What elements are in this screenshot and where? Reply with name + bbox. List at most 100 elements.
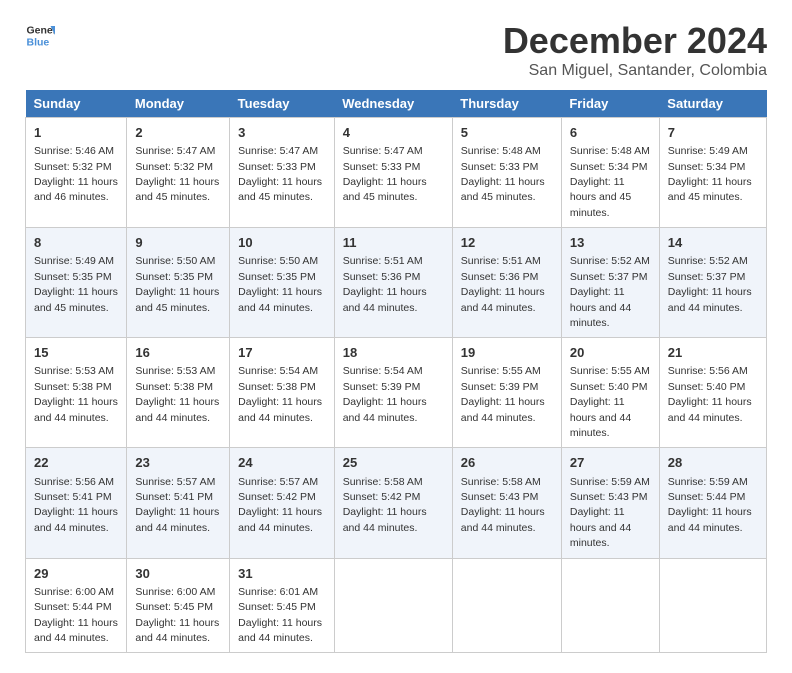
day-info: Sunrise: 5:51 AMSunset: 5:36 PMDaylight:…: [461, 255, 545, 313]
calendar-cell: 25 Sunrise: 5:58 AMSunset: 5:42 PMDayligh…: [334, 448, 452, 558]
calendar-cell: 3 Sunrise: 5:47 AMSunset: 5:33 PMDaylight…: [230, 118, 335, 228]
day-number: 3: [238, 124, 326, 142]
header-row: SundayMondayTuesdayWednesdayThursdayFrid…: [26, 90, 767, 118]
day-info: Sunrise: 5:52 AMSunset: 5:37 PMDaylight:…: [668, 255, 752, 313]
day-number: 6: [570, 124, 651, 142]
day-number: 12: [461, 234, 553, 252]
week-row-3: 15 Sunrise: 5:53 AMSunset: 5:38 PMDayligh…: [26, 338, 767, 448]
day-info: Sunrise: 5:56 AMSunset: 5:40 PMDaylight:…: [668, 365, 752, 423]
day-number: 17: [238, 344, 326, 362]
calendar-cell: 31Sunrise: 6:01 AMSunset: 5:45 PMDayligh…: [230, 558, 335, 653]
calendar-cell: [561, 558, 659, 653]
calendar-cell: 22 Sunrise: 5:56 AMSunset: 5:41 PMDayligh…: [26, 448, 127, 558]
day-info: Sunrise: 5:49 AMSunset: 5:34 PMDaylight:…: [668, 145, 752, 203]
subtitle: San Miguel, Santander, Colombia: [503, 62, 767, 80]
day-number: 26: [461, 454, 553, 472]
calendar-cell: 27Sunrise: 5:59 AMSunset: 5:43 PMDayligh…: [561, 448, 659, 558]
calendar-cell: 15 Sunrise: 5:53 AMSunset: 5:38 PMDayligh…: [26, 338, 127, 448]
day-info: Sunrise: 5:47 AMSunset: 5:33 PMDaylight:…: [238, 145, 322, 203]
day-number: 25: [343, 454, 444, 472]
day-info: Sunrise: 6:00 AMSunset: 5:44 PMDaylight:…: [34, 586, 118, 644]
calendar-table: SundayMondayTuesdayWednesdayThursdayFrid…: [25, 90, 767, 653]
calendar-cell: 1 Sunrise: 5:46 AMSunset: 5:32 PMDaylight…: [26, 118, 127, 228]
col-header-friday: Friday: [561, 90, 659, 118]
day-number: 2: [135, 124, 221, 142]
page-header: General Blue December 2024 San Miguel, S…: [25, 20, 767, 80]
day-info: Sunrise: 5:54 AMSunset: 5:38 PMDaylight:…: [238, 365, 322, 423]
day-number: 19: [461, 344, 553, 362]
day-number: 22: [34, 454, 118, 472]
day-number: 27: [570, 454, 651, 472]
day-number: 28: [668, 454, 758, 472]
week-row-2: 8 Sunrise: 5:49 AMSunset: 5:35 PMDaylight…: [26, 228, 767, 338]
day-number: 20: [570, 344, 651, 362]
day-number: 10: [238, 234, 326, 252]
week-row-1: 1 Sunrise: 5:46 AMSunset: 5:32 PMDaylight…: [26, 118, 767, 228]
calendar-cell: 20Sunrise: 5:55 AMSunset: 5:40 PMDayligh…: [561, 338, 659, 448]
day-info: Sunrise: 5:58 AMSunset: 5:43 PMDaylight:…: [461, 476, 545, 534]
col-header-saturday: Saturday: [659, 90, 766, 118]
calendar-cell: 14 Sunrise: 5:52 AMSunset: 5:37 PMDayligh…: [659, 228, 766, 338]
logo: General Blue: [25, 20, 55, 50]
calendar-cell: [659, 558, 766, 653]
day-number: 5: [461, 124, 553, 142]
title-area: December 2024 San Miguel, Santander, Col…: [503, 20, 767, 80]
week-row-5: 29 Sunrise: 6:00 AMSunset: 5:44 PMDayligh…: [26, 558, 767, 653]
day-number: 7: [668, 124, 758, 142]
day-number: 13: [570, 234, 651, 252]
day-number: 29: [34, 565, 118, 583]
day-info: Sunrise: 5:57 AMSunset: 5:42 PMDaylight:…: [238, 476, 322, 534]
day-number: 23: [135, 454, 221, 472]
day-number: 14: [668, 234, 758, 252]
calendar-cell: 21 Sunrise: 5:56 AMSunset: 5:40 PMDayligh…: [659, 338, 766, 448]
day-number: 15: [34, 344, 118, 362]
col-header-tuesday: Tuesday: [230, 90, 335, 118]
calendar-cell: 13 Sunrise: 5:52 AMSunset: 5:37 PMDayligh…: [561, 228, 659, 338]
calendar-cell: [334, 558, 452, 653]
day-info: Sunrise: 5:48 AMSunset: 5:33 PMDaylight:…: [461, 145, 545, 203]
calendar-cell: 30 Sunrise: 6:00 AMSunset: 5:45 PMDayligh…: [127, 558, 230, 653]
calendar-cell: 26 Sunrise: 5:58 AMSunset: 5:43 PMDayligh…: [452, 448, 561, 558]
day-number: 31: [238, 565, 326, 583]
day-info: Sunrise: 5:52 AMSunset: 5:37 PMDaylight:…: [570, 255, 650, 329]
day-number: 18: [343, 344, 444, 362]
day-number: 4: [343, 124, 444, 142]
calendar-cell: 10 Sunrise: 5:50 AMSunset: 5:35 PMDayligh…: [230, 228, 335, 338]
calendar-cell: 17 Sunrise: 5:54 AMSunset: 5:38 PMDayligh…: [230, 338, 335, 448]
main-title: December 2024: [503, 20, 767, 62]
calendar-cell: 16Sunrise: 5:53 AMSunset: 5:38 PMDayligh…: [127, 338, 230, 448]
day-info: Sunrise: 5:47 AMSunset: 5:33 PMDaylight:…: [343, 145, 427, 203]
calendar-cell: 23Sunrise: 5:57 AMSunset: 5:41 PMDayligh…: [127, 448, 230, 558]
day-info: Sunrise: 5:59 AMSunset: 5:44 PMDaylight:…: [668, 476, 752, 534]
calendar-cell: 5 Sunrise: 5:48 AMSunset: 5:33 PMDaylight…: [452, 118, 561, 228]
day-info: Sunrise: 5:50 AMSunset: 5:35 PMDaylight:…: [238, 255, 322, 313]
day-number: 21: [668, 344, 758, 362]
day-info: Sunrise: 6:00 AMSunset: 5:45 PMDaylight:…: [135, 586, 219, 644]
calendar-cell: 11 Sunrise: 5:51 AMSunset: 5:36 PMDayligh…: [334, 228, 452, 338]
day-info: Sunrise: 5:50 AMSunset: 5:35 PMDaylight:…: [135, 255, 219, 313]
calendar-cell: [452, 558, 561, 653]
day-info: Sunrise: 5:49 AMSunset: 5:35 PMDaylight:…: [34, 255, 118, 313]
day-info: Sunrise: 5:53 AMSunset: 5:38 PMDaylight:…: [34, 365, 118, 423]
day-info: Sunrise: 5:56 AMSunset: 5:41 PMDaylight:…: [34, 476, 118, 534]
day-number: 8: [34, 234, 118, 252]
calendar-cell: 4 Sunrise: 5:47 AMSunset: 5:33 PMDaylight…: [334, 118, 452, 228]
day-info: Sunrise: 5:47 AMSunset: 5:32 PMDaylight:…: [135, 145, 219, 203]
calendar-cell: 18Sunrise: 5:54 AMSunset: 5:39 PMDayligh…: [334, 338, 452, 448]
col-header-thursday: Thursday: [452, 90, 561, 118]
day-info: Sunrise: 5:53 AMSunset: 5:38 PMDaylight:…: [135, 365, 219, 423]
logo-icon: General Blue: [25, 20, 55, 50]
day-info: Sunrise: 5:55 AMSunset: 5:39 PMDaylight:…: [461, 365, 545, 423]
calendar-cell: 28 Sunrise: 5:59 AMSunset: 5:44 PMDayligh…: [659, 448, 766, 558]
calendar-cell: 2 Sunrise: 5:47 AMSunset: 5:32 PMDaylight…: [127, 118, 230, 228]
calendar-cell: 7 Sunrise: 5:49 AMSunset: 5:34 PMDaylight…: [659, 118, 766, 228]
day-info: Sunrise: 5:51 AMSunset: 5:36 PMDaylight:…: [343, 255, 427, 313]
col-header-wednesday: Wednesday: [334, 90, 452, 118]
day-info: Sunrise: 5:58 AMSunset: 5:42 PMDaylight:…: [343, 476, 427, 534]
calendar-cell: 19 Sunrise: 5:55 AMSunset: 5:39 PMDayligh…: [452, 338, 561, 448]
day-number: 24: [238, 454, 326, 472]
day-number: 30: [135, 565, 221, 583]
day-number: 11: [343, 234, 444, 252]
day-number: 1: [34, 124, 118, 142]
day-info: Sunrise: 5:46 AMSunset: 5:32 PMDaylight:…: [34, 145, 118, 203]
